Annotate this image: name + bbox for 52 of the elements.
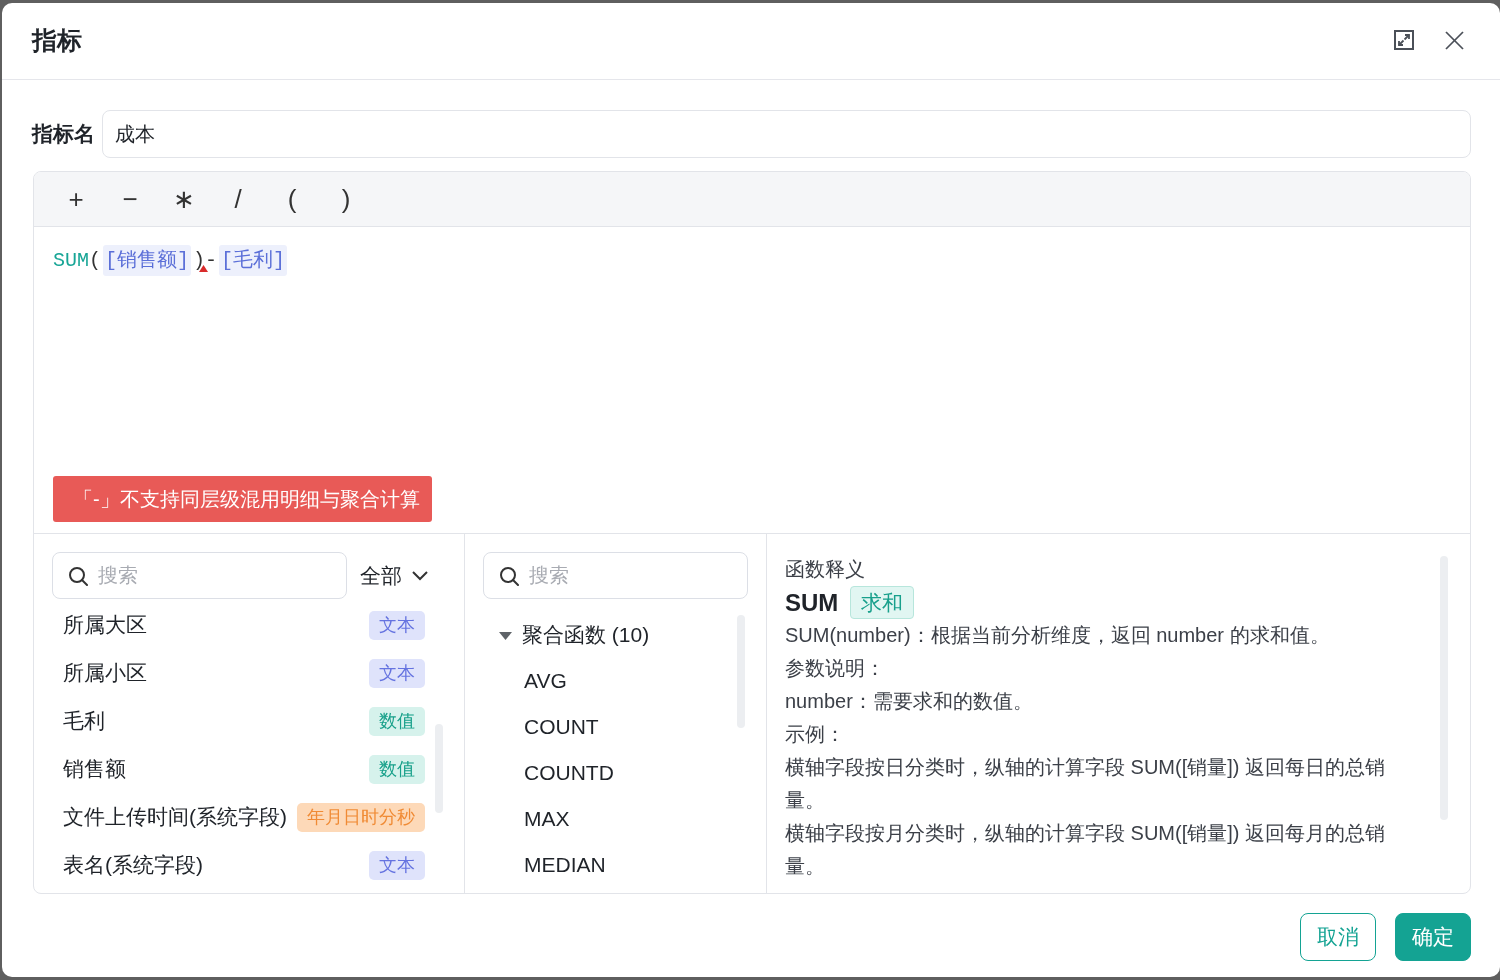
field-item[interactable]: 所属小区 (63, 657, 147, 689)
function-item[interactable]: AVG (524, 665, 567, 697)
field-type-tag: 文本 (369, 610, 425, 640)
function-item[interactable]: MEDIAN (524, 849, 606, 881)
close-icon[interactable] (1445, 30, 1464, 50)
help-text: number：需要求和的数值。 (785, 689, 1034, 714)
help-text: 横轴字段按月分类时，纵轴的计算字段 SUM([销量]) 返回每月的总销量。 (785, 821, 1386, 879)
field-label: 指标名 (32, 121, 95, 148)
filter-dropdown[interactable]: 全部 (360, 559, 428, 592)
error-banner: 「-」不支持同层级混用明细与聚合计算 (53, 476, 432, 522)
formula-function: SUM (53, 249, 89, 272)
function-item[interactable]: MAX (524, 803, 570, 835)
operator-button[interactable]: / (211, 179, 265, 219)
operator-button[interactable]: ( (265, 179, 319, 219)
expand-icon[interactable] (1394, 30, 1414, 50)
field-item[interactable]: 毛利 (63, 705, 105, 737)
operator-button[interactable]: ) (319, 179, 373, 219)
name-input[interactable]: 成本 (102, 110, 1471, 158)
formula-text: ) (193, 249, 206, 272)
field-item[interactable]: 表名(系统字段) (63, 849, 203, 881)
field-item[interactable]: 所属大区 (63, 609, 147, 641)
help-text: SUM(number)：根据当前分析维度，返回 number 的求和值。 (785, 623, 1331, 648)
field-type-tag: 数值 (369, 706, 425, 736)
function-item[interactable]: COUNTD (524, 757, 614, 789)
field-type-tag: 年月日时分秒 (297, 802, 425, 832)
field-type-tag: 文本 (369, 850, 425, 880)
dialog-title: 指标 (32, 25, 82, 57)
search-field[interactable]: 搜索 (483, 552, 748, 599)
help-heading: 函数释义 (785, 557, 865, 582)
search-icon (68, 566, 88, 586)
field-item[interactable]: 销售额 (63, 753, 126, 785)
operator-button[interactable]: ∗ (157, 179, 211, 219)
function-name: SUM (785, 588, 839, 618)
formula-editor[interactable]: SUM( [销售额] )- [毛利] 「-」不支持同层级混用明细与聚合计算 (34, 227, 1470, 533)
help-text: 参数说明： (785, 656, 886, 681)
function-group-toggle[interactable]: 聚合函数 (10) (483, 612, 650, 658)
help-text: 横轴字段按日分类时，纵轴的计算字段 SUM([销量]) 返回每日的总销量。 (785, 755, 1386, 813)
search-icon (499, 566, 519, 586)
operator-button[interactable]: − (103, 179, 157, 219)
formula-operator: - (205, 249, 218, 272)
field-item[interactable]: 文件上传时间(系统字段) (63, 801, 287, 833)
field-type-tag: 文本 (369, 658, 425, 688)
field-type-tag: 数值 (369, 754, 425, 784)
formula-field-token: [毛利] (219, 245, 288, 276)
search-field[interactable]: 搜索 (52, 552, 347, 599)
formula-field-token: [销售额] (103, 245, 192, 276)
operator-button[interactable]: + (49, 179, 103, 219)
function-item[interactable]: COUNT (524, 711, 599, 743)
help-text: 示例： (785, 722, 846, 747)
function-category-tag: 求和 (850, 586, 915, 619)
formula-text: ( (89, 249, 102, 272)
chevron-down-icon (412, 570, 428, 581)
